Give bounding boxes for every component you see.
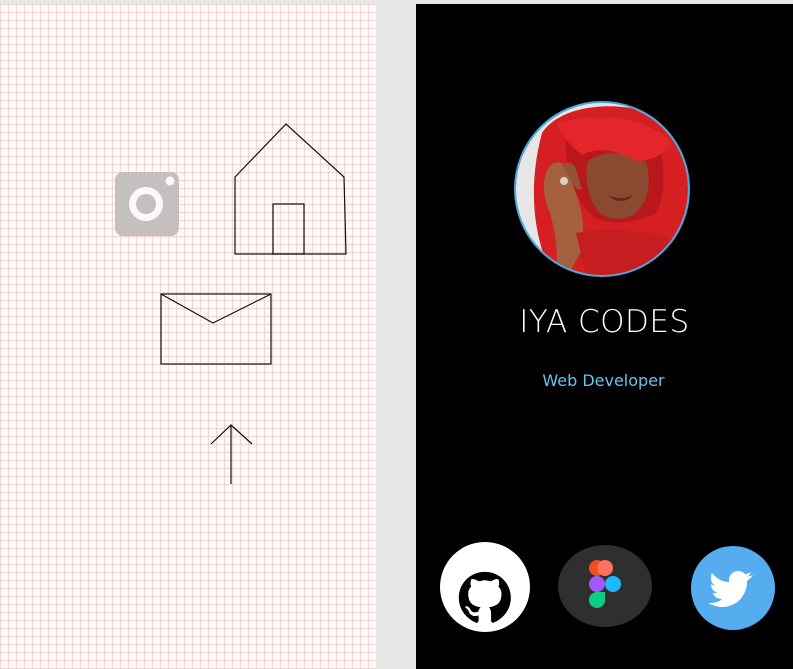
avatar-photo [516, 103, 688, 275]
instagram-icon [115, 172, 179, 236]
profile-screen: IYA CODES Web Developer [416, 4, 793, 669]
figma-icon[interactable] [557, 544, 653, 628]
twitter-icon[interactable] [690, 545, 776, 631]
avatar [514, 101, 690, 277]
profile-role: Web Developer [542, 371, 665, 390]
sketch-canvas [0, 4, 376, 669]
mail-icon [160, 293, 272, 365]
home-icon [234, 123, 347, 255]
arrow-up-icon [210, 424, 253, 484]
github-icon[interactable] [439, 541, 531, 633]
profile-name: IYA CODES [519, 304, 690, 340]
